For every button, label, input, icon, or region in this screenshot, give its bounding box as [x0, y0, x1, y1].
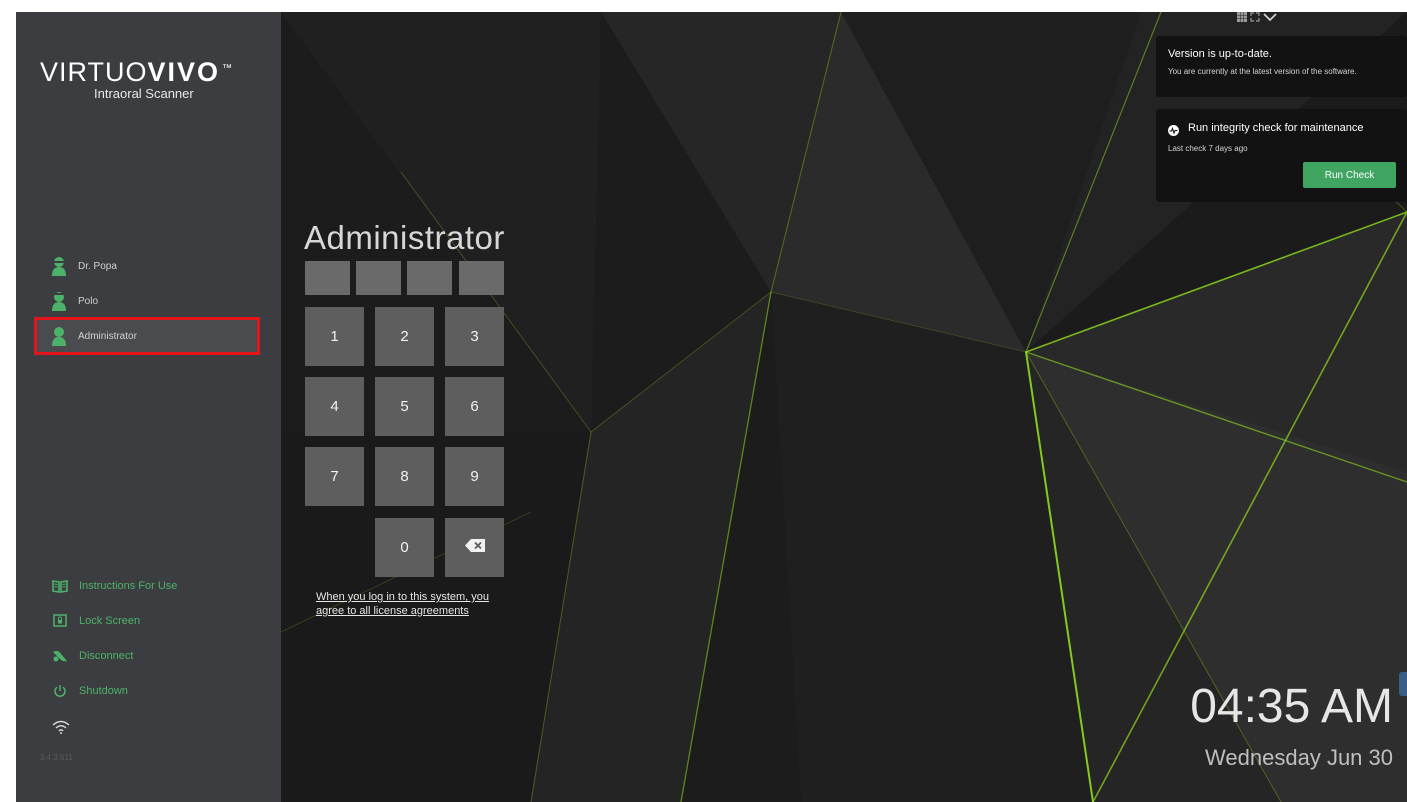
user-label: Polo — [78, 295, 99, 307]
login-area: Administrator 1 2 3 4 5 6 7 8 9 0 When y… — [281, 12, 1407, 802]
integrity-card-title: Run integrity check for maintenance — [1188, 122, 1364, 134]
user-person-icon — [50, 291, 68, 311]
grid-icon[interactable] — [1237, 12, 1247, 27]
version-card-text: You are currently at the latest version … — [1168, 67, 1357, 76]
sidebar: VIRTUOVIVO ™ Intraoral Scanner Dr. Popa P… — [16, 12, 281, 802]
login-user-title: Administrator — [304, 219, 505, 256]
clock-date: Wednesday Jun 30 — [1205, 745, 1393, 770]
brand-trademark: ™ — [222, 63, 234, 74]
keypad-key-2[interactable]: 2 — [375, 307, 434, 366]
user-label: Administrator — [78, 330, 137, 342]
user-item-dr-popa[interactable]: Dr. Popa — [36, 250, 258, 282]
side-panel-tab[interactable] — [1399, 672, 1407, 696]
user-doctor-icon — [50, 256, 68, 276]
keypad-key-5[interactable]: 5 — [375, 377, 434, 436]
book-icon — [52, 578, 68, 594]
integrity-check-card: Run integrity check for maintenance Last… — [1156, 109, 1407, 202]
clock-time: 04:35 AM — [1190, 680, 1393, 733]
version-status-card: Version is up-to-date. You are currently… — [1156, 36, 1407, 97]
run-check-button[interactable]: Run Check — [1303, 162, 1396, 188]
version-label: 3.4.3.611 — [40, 753, 73, 762]
power-icon — [52, 683, 68, 699]
version-card-title: Version is up-to-date. — [1168, 48, 1272, 60]
license-agreement-link[interactable]: When you log in to this system, you agre… — [316, 590, 506, 618]
app-window: VIRTUOVIVO ™ Intraoral Scanner Dr. Popa P… — [16, 12, 1407, 802]
pin-digit-box — [356, 261, 401, 295]
pin-digit-box — [305, 261, 350, 295]
keypad-key-6[interactable]: 6 — [445, 377, 504, 436]
user-item-polo[interactable]: Polo — [36, 285, 258, 317]
keypad-key-0[interactable]: 0 — [375, 518, 434, 577]
brand-logo: VIRTUOVIVO ™ Intraoral Scanner — [40, 58, 233, 101]
lock-screen-icon — [52, 613, 68, 629]
menu-label: Lock Screen — [79, 615, 141, 627]
keypad-key-8[interactable]: 8 — [375, 447, 434, 506]
user-label: Dr. Popa — [78, 260, 117, 272]
wifi-icon — [52, 720, 70, 734]
keypad-key-3[interactable]: 3 — [445, 307, 504, 366]
brand-subtitle: Intraoral Scanner — [94, 86, 194, 101]
chevron-down-icon[interactable] — [1263, 12, 1277, 27]
menu-label: Disconnect — [79, 650, 134, 662]
window-mini-toolbar — [1237, 12, 1277, 24]
keypad-backspace-button[interactable] — [445, 518, 504, 577]
expand-icon[interactable] — [1250, 12, 1260, 27]
menu-shutdown[interactable]: Shutdown — [52, 681, 128, 701]
menu-lock-screen[interactable]: Lock Screen — [52, 611, 140, 631]
brand-name-light: VIRTUO — [40, 57, 148, 87]
backspace-icon — [464, 539, 485, 556]
keypad-key-7[interactable]: 7 — [305, 447, 364, 506]
brand-name-bold: VIVO — [147, 57, 221, 87]
user-item-administrator[interactable]: Administrator — [34, 317, 260, 355]
keypad-key-4[interactable]: 4 — [305, 377, 364, 436]
menu-disconnect[interactable]: Disconnect — [52, 646, 133, 666]
brand-name: VIRTUOVIVO ™ — [40, 58, 233, 86]
heartbeat-icon — [1168, 123, 1179, 136]
menu-label: Instructions For Use — [79, 580, 178, 592]
keypad-key-1[interactable]: 1 — [305, 307, 364, 366]
menu-instructions-for-use[interactable]: Instructions For Use — [52, 576, 177, 596]
keypad-key-9[interactable]: 9 — [445, 447, 504, 506]
disconnect-icon — [52, 648, 68, 664]
integrity-card-text: Last check 7 days ago — [1168, 144, 1248, 153]
user-admin-icon — [50, 326, 68, 346]
pin-digit-box — [407, 261, 452, 295]
menu-label: Shutdown — [79, 685, 128, 697]
pin-digit-box — [459, 261, 504, 295]
